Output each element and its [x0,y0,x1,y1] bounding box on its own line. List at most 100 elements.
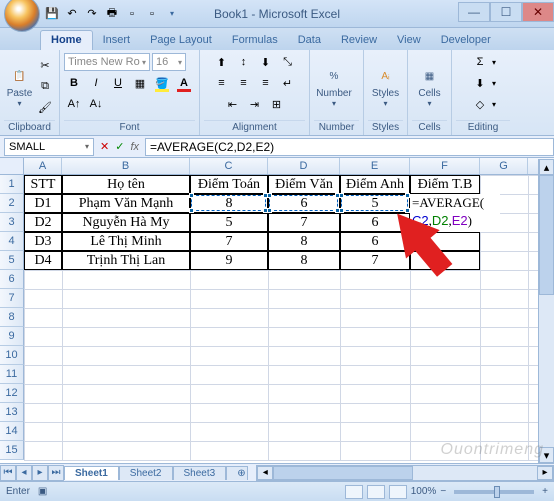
font-name-combo[interactable]: Times New Ro▾ [64,53,150,71]
row-header[interactable]: 15 [0,441,24,460]
cell[interactable]: Lê Thị Minh [62,232,190,251]
formula-input[interactable]: =AVERAGE(C2,D2,E2) [145,138,554,156]
cell[interactable]: Điểm Toán [190,175,268,194]
align-center-icon[interactable]: ≡ [234,73,254,93]
cell[interactable]: D2 [24,213,62,232]
tab-insert[interactable]: Insert [93,31,141,50]
zoom-level[interactable]: 100% [411,486,437,497]
selection-handle[interactable] [189,208,194,213]
column-header[interactable]: A [24,158,62,174]
row-header[interactable]: 10 [0,346,24,365]
scroll-right-icon[interactable]: ▸ [537,466,553,480]
cell[interactable]: D1 [24,194,62,213]
redo-icon[interactable]: ↷ [84,6,100,22]
zoom-slider[interactable] [454,490,534,494]
row-header[interactable]: 2 [0,194,24,213]
undo-icon[interactable]: ↶ [64,6,80,22]
wrap-text-icon[interactable]: ↵ [278,73,298,93]
cell[interactable]: Điểm Anh [340,175,410,194]
underline-icon[interactable]: U [108,73,128,93]
print-icon[interactable]: 🖶 [104,6,120,22]
close-button[interactable]: ✕ [522,2,554,22]
horizontal-scrollbar[interactable]: ◂ ▸ [256,465,554,481]
column-header[interactable]: C [190,158,268,174]
row-header[interactable]: 9 [0,327,24,346]
paste-button[interactable]: 📋 Paste ▾ [4,64,35,108]
align-middle-icon[interactable]: ↕ [234,52,254,72]
styles-button[interactable]: AᵢStyles▾ [368,64,403,108]
scroll-left-icon[interactable]: ◂ [257,466,273,480]
row-header[interactable]: 3 [0,213,24,232]
selection-handle[interactable] [267,193,272,198]
cells-button[interactable]: ▦Cells▾ [412,64,447,108]
maximize-button[interactable]: ☐ [490,2,522,22]
tab-developer[interactable]: Developer [431,31,501,50]
orientation-icon[interactable]: ⤡ [278,52,298,72]
cell[interactable]: STT [24,175,62,194]
page-layout-view-icon[interactable] [367,485,385,499]
scrollbar-thumb[interactable] [273,466,413,480]
fill-icon[interactable]: ⬇ [470,73,490,93]
border-icon[interactable]: ▦ [130,73,150,93]
column-header[interactable]: F [410,158,480,174]
tab-review[interactable]: Review [331,31,387,50]
copy-icon[interactable]: ⧉ [35,76,55,96]
sheet-nav-next-icon[interactable]: ▸ [32,465,48,481]
cut-icon[interactable]: ✂ [35,55,55,75]
column-header[interactable]: E [340,158,410,174]
row-header[interactable]: 5 [0,251,24,270]
align-right-icon[interactable]: ≡ [256,73,276,93]
tab-data[interactable]: Data [288,31,331,50]
font-size-combo[interactable]: 16▾ [152,53,186,71]
cell[interactable]: D4 [24,251,62,270]
cell[interactable]: Điểm T.B [410,175,480,194]
sheet-tab-3[interactable]: Sheet3 [173,466,227,480]
new-icon[interactable]: ▫ [124,6,140,22]
decrease-indent-icon[interactable]: ⇤ [223,94,243,114]
align-bottom-icon[interactable]: ⬇ [256,52,276,72]
row-header[interactable]: 4 [0,232,24,251]
cell[interactable]: 8 [268,251,340,270]
cell[interactable]: 8 [268,232,340,251]
column-header[interactable]: D [268,158,340,174]
zoom-in-icon[interactable]: + [542,486,548,497]
cancel-formula-icon[interactable]: ✕ [100,140,109,153]
format-painter-icon[interactable]: 🖌 [35,97,55,117]
tab-view[interactable]: View [387,31,431,50]
tab-page-layout[interactable]: Page Layout [140,31,222,50]
grow-font-icon[interactable]: A↑ [64,94,84,114]
page-break-view-icon[interactable] [389,485,407,499]
selection-handle[interactable] [339,208,344,213]
column-header[interactable]: G [480,158,528,174]
selection-handle[interactable] [189,193,194,198]
bold-icon[interactable]: B [64,73,84,93]
select-all-corner[interactable] [0,158,24,175]
office-button[interactable] [4,0,40,32]
scrollbar-thumb[interactable] [539,175,554,295]
clear-icon[interactable]: ◇ [470,94,490,114]
cell[interactable]: 9 [190,251,268,270]
sheet-nav-first-icon[interactable]: ⏮ [0,465,16,481]
row-header[interactable]: 14 [0,422,24,441]
fx-icon[interactable]: fx [130,141,139,153]
name-box[interactable]: SMALL▾ [4,138,94,156]
qat-more-icon[interactable]: ▾ [164,6,180,22]
selection-handle[interactable] [339,193,344,198]
row-header[interactable]: 11 [0,365,24,384]
cell[interactable]: 7 [340,251,410,270]
scroll-up-icon[interactable]: ▴ [539,159,554,175]
sheet-nav-last-icon[interactable]: ⏭ [48,465,64,481]
font-color-icon[interactable]: A [174,73,194,93]
sheet-tab-1[interactable]: Sheet1 [64,466,119,480]
cell[interactable]: Trịnh Thị Lan [62,251,190,270]
minimize-button[interactable]: — [458,2,490,22]
fill-color-icon[interactable]: 🪣 [152,73,172,93]
row-header[interactable]: 6 [0,270,24,289]
cell[interactable]: Họ tên [62,175,190,194]
row-header[interactable]: 12 [0,384,24,403]
sheet-nav-prev-icon[interactable]: ◂ [16,465,32,481]
cell[interactable]: Phạm Văn Mạnh [62,194,190,213]
align-top-icon[interactable]: ⬆ [212,52,232,72]
cell[interactable]: Nguyễn Hà My [62,213,190,232]
vertical-scrollbar[interactable]: ▴ ▾ [538,159,554,463]
